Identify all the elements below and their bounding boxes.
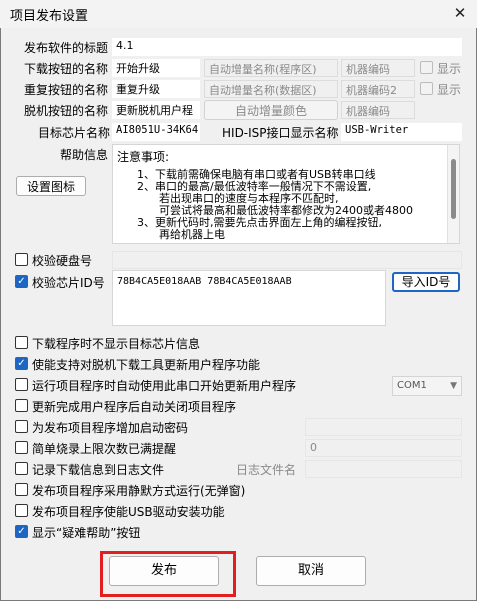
checkbox-box <box>15 378 28 391</box>
checkbox-box <box>15 399 28 412</box>
help-notes-textarea[interactable]: 注意事项: 1、下载前需确保电脑有串口或者有USB转串口线 2、串口的最高/最低… <box>112 144 460 244</box>
machine-code-field-1: 机器编码 <box>341 59 415 77</box>
option-auto-serial-update[interactable]: 运行项目程序时自动使用此串口开始更新用户程序 <box>15 377 345 393</box>
verify-disk-checkbox[interactable]: 校验硬盘号 <box>15 252 115 268</box>
show-checkbox-1[interactable]: 显示 <box>420 60 470 76</box>
checkbox-box <box>15 462 28 475</box>
check-icon: ✓ <box>15 275 28 288</box>
machine-code-field-2: 机器编码2 <box>341 80 415 98</box>
check-icon: ✓ <box>15 357 28 370</box>
log-file-name-label: 日志文件名 <box>236 463 297 477</box>
hid-display-name-label: HID-ISP接口显示名称 <box>222 126 339 140</box>
startup-password-field <box>305 418 462 436</box>
offline-button-name-input[interactable]: 更新脱机用户程 <box>112 101 200 119</box>
option-usb-driver-install[interactable]: 发布项目程序使能USB驱动安装功能 <box>15 503 315 519</box>
publish-title-input[interactable]: 4.1 <box>112 38 462 56</box>
checkbox-box <box>420 82 433 95</box>
option-no-target-chip-info[interactable]: 下载程序时不显示目标芯片信息 <box>15 335 315 351</box>
offline-button-name-label: 脱机按钮的名称 <box>24 104 109 118</box>
download-button-name-label: 下载按钮的名称 <box>24 62 109 76</box>
target-chip-label: 目标芯片名称 <box>38 126 111 140</box>
notes-line: 再给机器上电 <box>159 228 225 241</box>
machine-code-field-3: 机器编码 <box>341 101 415 119</box>
check-icon: ✓ <box>15 525 28 538</box>
hid-display-name-input[interactable]: USB-Writer <box>341 123 462 141</box>
log-file-name-field <box>305 460 462 478</box>
checkbox-box <box>15 253 28 266</box>
disk-number-field <box>112 251 462 269</box>
checkbox-box <box>15 441 28 454</box>
chip-id-value: 78B4CA5E018AAB 78B4CA5E018AAB <box>117 276 292 287</box>
option-log-to-file[interactable]: 记录下载信息到日志文件 <box>15 461 215 477</box>
auto-increment-color-button: 自动增量颜色 <box>204 100 338 120</box>
option-auto-close-after-update[interactable]: 更新完成用户程序后自动关闭项目程序 <box>15 398 315 414</box>
auto-increment-data-field: 自动增量名称(数据区) <box>204 80 338 98</box>
chevron-down-icon: ▼ <box>450 381 457 391</box>
target-chip-input[interactable]: AI8051U-34K64 <box>112 123 200 141</box>
help-info-label: 帮助信息 <box>60 148 109 162</box>
verify-chip-id-checkbox[interactable]: ✓ 校验芯片ID号 <box>15 274 115 290</box>
set-icon-button[interactable]: 设置图标 <box>16 176 86 196</box>
publish-button[interactable]: 发布 <box>109 556 219 586</box>
download-button-name-input[interactable]: 开始升级 <box>112 59 200 77</box>
close-icon[interactable]: ✕ <box>450 3 470 23</box>
cancel-button[interactable]: 取消 <box>256 556 366 586</box>
auto-increment-program-field: 自动增量名称(程序区) <box>204 59 338 77</box>
option-burn-limit-reminder[interactable]: 简单烧录上限次数已满提醒 <box>15 440 275 456</box>
chip-id-textarea[interactable]: 78B4CA5E018AAB 78B4CA5E018AAB <box>112 270 386 326</box>
checkbox-box <box>420 61 433 74</box>
option-offline-tool-update[interactable]: ✓ 使能支持对脱机下载工具更新用户程序功能 <box>15 356 315 372</box>
repeat-button-name-input[interactable]: 重复升级 <box>112 80 200 98</box>
window-title: 项目发布设置 <box>10 9 89 24</box>
checkbox-box <box>15 504 28 517</box>
checkbox-box <box>15 420 28 433</box>
notes-heading: 注意事项: <box>117 150 170 164</box>
option-silent-run[interactable]: 发布项目程序采用静默方式运行(无弹窗) <box>15 482 315 498</box>
option-startup-password[interactable]: 为发布项目程序增加启动密码 <box>15 419 275 435</box>
scrollbar-thumb[interactable] <box>451 159 456 219</box>
show-checkbox-2[interactable]: 显示 <box>420 81 470 97</box>
repeat-button-name-label: 重复按钮的名称 <box>24 83 109 97</box>
option-show-help-button[interactable]: ✓ 显示“疑难帮助”按钮 <box>15 524 315 540</box>
notes-scrollbar[interactable] <box>447 145 459 243</box>
checkbox-box <box>15 483 28 496</box>
publish-title-label: 发布软件的标题 <box>24 41 109 55</box>
import-id-button[interactable]: 导入ID号 <box>392 272 460 292</box>
com-port-select: COM1 ▼ <box>392 376 462 396</box>
burn-limit-count-field: 0 <box>305 439 462 457</box>
checkbox-box <box>15 336 28 349</box>
